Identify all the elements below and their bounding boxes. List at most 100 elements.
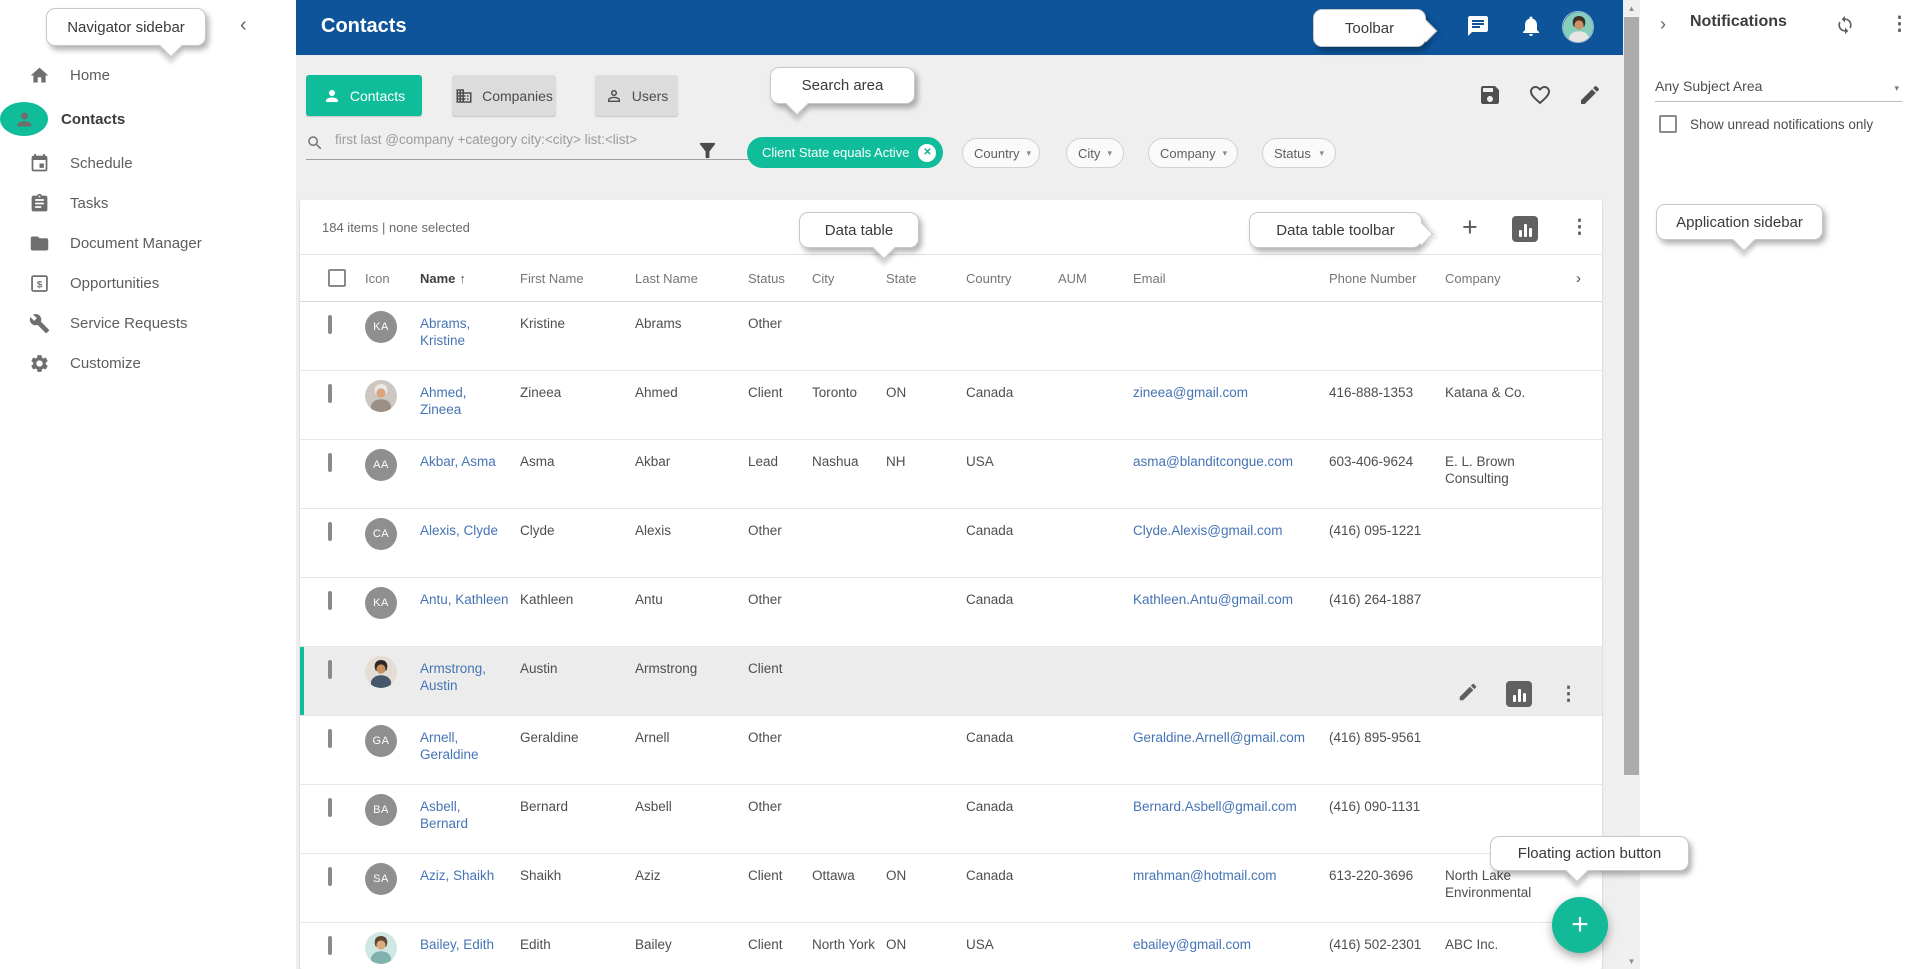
user-avatar[interactable] [1562,11,1594,43]
table-row[interactable]: Armstrong, AustinAustinArmstrongClient⋮ [300,647,1602,716]
column-header-state[interactable]: State [886,271,966,286]
main-scrollbar[interactable]: ▲ ▼ [1623,0,1640,969]
contact-name-link[interactable]: Bailey, Edith [420,937,494,952]
filter-funnel-icon[interactable] [696,139,719,167]
search-tab-users[interactable]: Users [595,75,678,116]
row-checkbox[interactable] [328,867,332,886]
scrollbar-thumb[interactable] [1624,17,1639,775]
column-header-phone-number[interactable]: Phone Number [1329,271,1445,286]
row-checkbox[interactable] [328,660,332,679]
contact-name-link[interactable]: Asbell, Bernard [420,799,468,831]
column-header-icon[interactable]: Icon [365,271,420,286]
cell-last-name: Armstrong [635,647,748,677]
scroll-down-arrow-icon[interactable]: ▼ [1623,953,1640,969]
column-header-name[interactable]: Name↑ [420,271,520,286]
row-checkbox[interactable] [328,315,332,334]
collapse-panel-chevron-icon[interactable]: › [1660,14,1666,35]
email-link[interactable]: ebailey@gmail.com [1133,937,1251,952]
notifications-bell-icon[interactable] [1519,14,1543,43]
cell-first-name: Shaikh [520,854,635,884]
email-link[interactable]: Bernard.Asbell@gmail.com [1133,799,1297,814]
row-checkbox[interactable] [328,453,332,472]
email-link[interactable]: mrahman@hotmail.com [1133,868,1277,883]
filter-chip-client-state[interactable]: Client State equals Active ✕ [747,137,943,168]
search-tab-contacts[interactable]: Contacts [306,75,422,116]
table-row[interactable]: KAAbrams, KristineKristineAbramsOther [300,302,1602,371]
table-row[interactable]: KAAntu, KathleenKathleenAntuOtherCanadaK… [300,578,1602,647]
row-checkbox[interactable] [328,384,332,403]
email-link[interactable]: Clyde.Alexis@gmail.com [1133,523,1283,538]
more-vert-icon[interactable]: ⋮ [1559,686,1578,703]
contact-name-link[interactable]: Aziz, Shaikh [420,868,494,883]
unread-only-checkbox[interactable] [1659,115,1677,133]
column-header-first-name[interactable]: First Name [520,271,635,286]
table-row[interactable]: GAArnell, GeraldineGeraldineArnellOtherC… [300,716,1602,785]
collapse-sidebar-icon[interactable]: ‹ [240,14,247,37]
cell-city [812,509,886,522]
analytics-icon[interactable] [1506,681,1532,707]
select-all-checkbox[interactable] [328,269,346,287]
column-header-company[interactable]: Company [1445,271,1576,286]
email-link[interactable]: Kathleen.Antu@gmail.com [1133,592,1293,607]
sidebar-item-contacts[interactable]: Contacts [0,99,296,139]
favorite-heart-icon[interactable] [1528,83,1552,112]
refresh-sync-icon[interactable] [1835,15,1855,40]
sidebar-item-opportunities[interactable]: $Opportunities [0,263,296,303]
row-checkbox[interactable] [328,522,332,541]
table-row[interactable]: Ahmed, ZineeaZineeaAhmedClientTorontoONC… [300,371,1602,440]
save-search-icon[interactable] [1478,83,1502,112]
cell-state: NH [886,440,966,470]
row-checkbox[interactable] [328,936,332,955]
row-checkbox[interactable] [328,729,332,748]
chevron-down-icon: ▾ [1319,148,1324,159]
filter-dropdown-city[interactable]: City▾ [1066,138,1124,168]
cell-company [1445,716,1576,729]
column-header-last-name[interactable]: Last Name [635,271,748,286]
filter-dropdown-status[interactable]: Status▾ [1262,138,1336,168]
sidebar-item-customize[interactable]: Customize [0,343,296,383]
email-link[interactable]: Geraldine.Arnell@gmail.com [1133,730,1305,745]
contact-name-link[interactable]: Antu, Kathleen [420,592,509,607]
contact-name-link[interactable]: Abrams, Kristine [420,316,470,348]
table-row[interactable]: CAAlexis, ClydeClydeAlexisOtherCanadaCly… [300,509,1602,578]
sidebar-item-service-requests[interactable]: Service Requests [0,303,296,343]
sidebar-item-home[interactable]: Home [0,55,296,95]
filter-dropdown-country[interactable]: Country▾ [962,138,1040,168]
row-checkbox[interactable] [328,798,332,817]
table-row[interactable]: Bailey, EdithEdithBaileyClientNorth York… [300,923,1602,969]
table-row[interactable]: AAAkbar, AsmaAsmaAkbarLeadNashuaNHUSAasm… [300,440,1602,509]
contact-name-link[interactable]: Alexis, Clyde [420,523,498,538]
scroll-up-arrow-icon[interactable]: ▲ [1623,0,1640,16]
remove-filter-icon[interactable]: ✕ [918,144,936,162]
column-header-country[interactable]: Country [966,271,1058,286]
column-header-email[interactable]: Email [1133,271,1329,286]
more-vert-icon[interactable]: ⋮ [1890,13,1909,36]
sidebar-item-document-manager[interactable]: Document Manager [0,223,296,263]
more-columns-chevron-icon[interactable]: › [1576,270,1602,287]
sidebar-item-schedule[interactable]: Schedule [0,143,296,183]
floating-action-button[interactable]: + [1552,897,1608,953]
table-row[interactable]: BAAsbell, BernardBernardAsbellOtherCanad… [300,785,1602,854]
email-link[interactable]: asma@blanditcongue.com [1133,454,1293,469]
filter-dropdown-company[interactable]: Company▾ [1148,138,1238,168]
subject-area-dropdown[interactable]: Any Subject Area ▾ [1655,78,1902,102]
table-row[interactable]: SAAziz, ShaikhShaikhAzizClientOttawaONCa… [300,854,1602,923]
cell-last-name: Arnell [635,716,748,746]
edit-pencil-icon[interactable] [1457,681,1479,707]
contact-name-link[interactable]: Ahmed, Zineea [420,385,467,417]
analytics-icon[interactable] [1512,216,1538,242]
contact-name-link[interactable]: Arnell, Geraldine [420,730,479,762]
column-header-aum[interactable]: AUM [1058,271,1133,286]
add-contact-plus-icon[interactable]: + [1462,216,1478,238]
more-vert-icon[interactable]: ⋮ [1570,216,1589,239]
edit-search-pencil-icon[interactable] [1578,83,1602,112]
chat-icon[interactable] [1466,14,1490,43]
column-header-city[interactable]: City [812,271,886,286]
email-link[interactable]: zineea@gmail.com [1133,385,1248,400]
search-tab-companies[interactable]: Companies [452,75,556,116]
row-checkbox[interactable] [328,591,332,610]
sidebar-item-tasks[interactable]: Tasks [0,183,296,223]
contact-name-link[interactable]: Armstrong, Austin [420,661,486,693]
column-header-status[interactable]: Status [748,271,812,286]
contact-name-link[interactable]: Akbar, Asma [420,454,496,469]
